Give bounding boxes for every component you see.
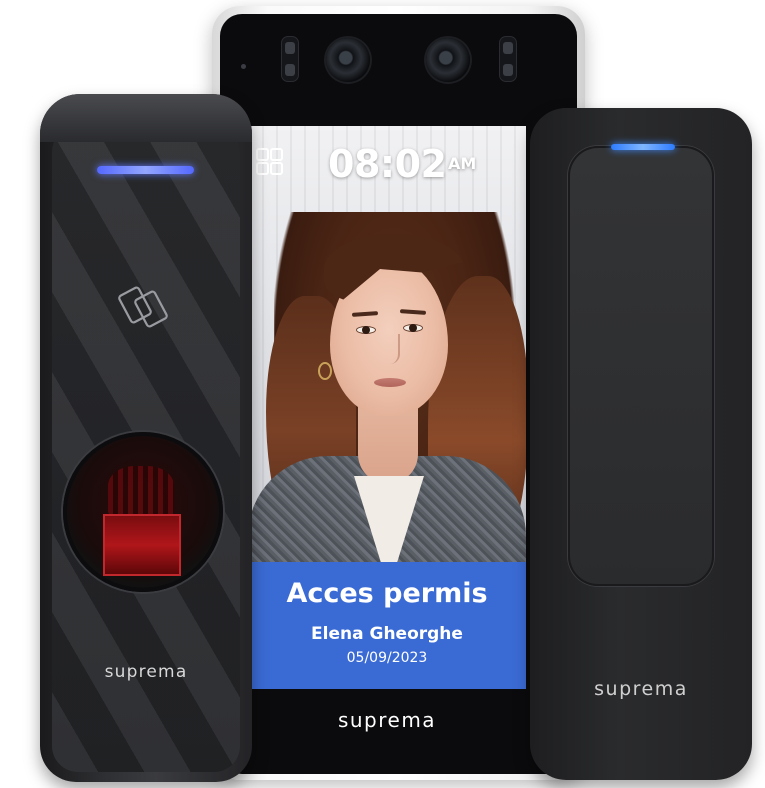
camera-right-icon	[426, 38, 470, 82]
access-date: 05/09/2023	[346, 650, 428, 666]
user-name: Elena Gheorghe	[311, 624, 463, 644]
fingerprint-reader-top	[40, 94, 252, 142]
fingerprint-sensor-ridge	[108, 466, 174, 516]
portrait-mouth	[374, 378, 406, 387]
status-led-left	[97, 166, 194, 174]
ir-sensor-right	[499, 36, 517, 82]
portrait-eye-left	[356, 326, 376, 334]
camera-left-icon	[326, 38, 370, 82]
fingerprint-reader-brand: suprema	[104, 662, 188, 682]
portrait-eye-right	[403, 324, 423, 332]
sensor-dot	[241, 64, 246, 69]
portrait-nose	[384, 334, 400, 364]
terminal-brand-logo: suprema	[337, 708, 437, 732]
clock-time: 08:02	[328, 142, 447, 186]
card-reader-tap-area[interactable]	[568, 146, 714, 586]
contactless-card-icon	[118, 286, 168, 328]
ir-sensor-left	[281, 36, 299, 82]
portrait-earring	[318, 362, 332, 380]
grid-menu-icon[interactable]	[256, 148, 284, 176]
clock-ampm: AM	[448, 154, 477, 173]
access-banner: Acces permis Elena Gheorghe 05/09/2023	[248, 562, 526, 689]
card-reader-brand: suprema	[594, 678, 688, 700]
portrait-neck	[358, 404, 418, 484]
status-led-right	[611, 144, 675, 150]
fingerprint-sensor-glass	[103, 514, 181, 576]
access-status-title: Acces permis	[286, 578, 488, 609]
